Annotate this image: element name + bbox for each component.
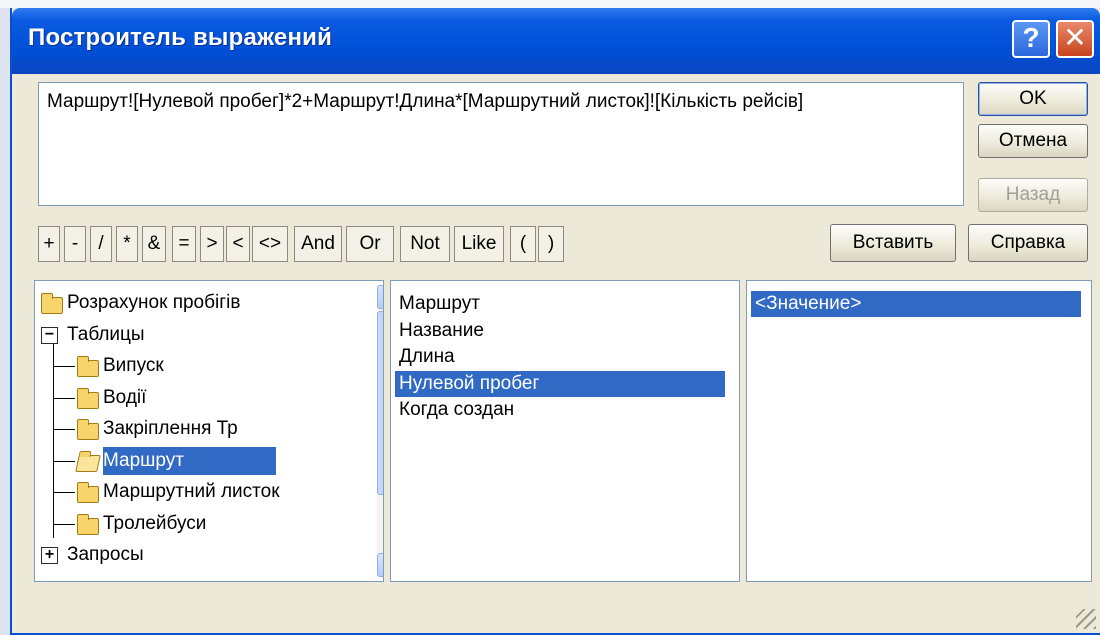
open-folder-icon	[75, 454, 101, 472]
operator-button[interactable]: (	[510, 226, 536, 262]
operator-button[interactable]: Like	[454, 226, 504, 262]
operator-button[interactable]: Or	[346, 226, 394, 262]
operator-button[interactable]: =	[172, 226, 196, 262]
folder-icon	[77, 356, 99, 377]
operator-button[interactable]: And	[294, 226, 342, 262]
tree-connector-line	[53, 492, 75, 493]
title-bar[interactable]: Построитель выражений ? ✕	[12, 8, 1100, 74]
expression-builder-dialog: Построитель выражений ? ✕ Маршрут![Нулев…	[10, 8, 1100, 635]
object-tree-list[interactable]: Розрахунок пробігів − Таблицы Випуск Водії За…	[34, 280, 384, 582]
operator-button[interactable]: >	[200, 226, 224, 262]
help-icon[interactable]: ?	[1012, 20, 1050, 58]
tree-item[interactable]: Таблицы	[67, 321, 147, 349]
operator-button[interactable]: )	[538, 226, 564, 262]
tree-connector-line	[53, 397, 75, 399]
operator-button[interactable]: *	[116, 226, 138, 262]
tree-connector-line	[53, 342, 54, 538]
tree-item[interactable]: Тролейбуси	[103, 510, 208, 538]
operator-button[interactable]: &	[142, 226, 166, 262]
back-button[interactable]: Назад	[978, 178, 1088, 212]
tree-scrollbar[interactable]: ⌃ ⌄	[377, 285, 383, 577]
tree-item[interactable]: Запросы	[67, 541, 146, 569]
help-button[interactable]: Справка	[968, 224, 1088, 262]
cancel-button[interactable]: Отмена	[978, 124, 1088, 158]
field-item[interactable]: Длина	[395, 344, 455, 370]
background-app-strip	[0, 0, 1100, 8]
dialog-title: Построитель выражений	[28, 24, 333, 51]
expression-textbox[interactable]: Маршрут![Нулевой пробег]*2+Маршрут!Длина…	[38, 82, 964, 206]
operator-button[interactable]: Not	[400, 226, 450, 262]
operator-button[interactable]: /	[90, 226, 112, 262]
folder-icon	[41, 293, 63, 314]
tree-connector-line	[53, 429, 75, 430]
value-item[interactable]: <Значение>	[751, 291, 1081, 317]
folder-icon	[77, 482, 99, 503]
scroll-down-icon[interactable]: ⌄	[377, 553, 383, 577]
field-item[interactable]: Маршрут	[395, 291, 480, 317]
collapse-icon[interactable]: −	[41, 326, 58, 344]
tree-connector-line	[53, 523, 75, 525]
folder-icon	[77, 513, 99, 535]
scroll-up-icon[interactable]: ⌃	[377, 285, 383, 309]
scroll-thumb[interactable]	[377, 311, 383, 495]
tree-item[interactable]: Маршрут	[103, 446, 276, 475]
operator-button[interactable]: <	[226, 226, 250, 262]
field-item[interactable]: Название	[395, 318, 484, 344]
field-item[interactable]: Нулевой пробег	[395, 370, 725, 397]
folder-icon	[77, 419, 99, 440]
resize-grip-icon[interactable]	[1076, 609, 1096, 629]
tree-item[interactable]: Розрахунок пробігів	[67, 289, 242, 317]
folder-icon	[77, 387, 99, 409]
tree-item[interactable]: Випуск	[103, 352, 166, 380]
tree-item[interactable]: Маршрутний листок	[103, 478, 282, 506]
close-icon[interactable]: ✕	[1056, 20, 1094, 58]
expand-icon[interactable]: +	[41, 547, 58, 564]
paste-button[interactable]: Вставить	[830, 224, 956, 262]
field-item[interactable]: Когда создан	[395, 397, 514, 423]
values-list[interactable]: <Значение>	[746, 280, 1092, 582]
tree-connector-line	[53, 460, 75, 462]
tree-item[interactable]: Закріплення Тр	[103, 415, 240, 443]
operator-button[interactable]: -	[64, 226, 86, 262]
operator-button[interactable]: <>	[252, 226, 288, 262]
operator-button[interactable]: +	[38, 226, 60, 262]
ok-button[interactable]: OK	[978, 82, 1088, 116]
tree-connector-line	[53, 366, 75, 367]
fields-list[interactable]: Маршрут Название Длина Нулевой пробег Когда …	[390, 280, 740, 582]
tree-item[interactable]: Водії	[103, 384, 148, 412]
